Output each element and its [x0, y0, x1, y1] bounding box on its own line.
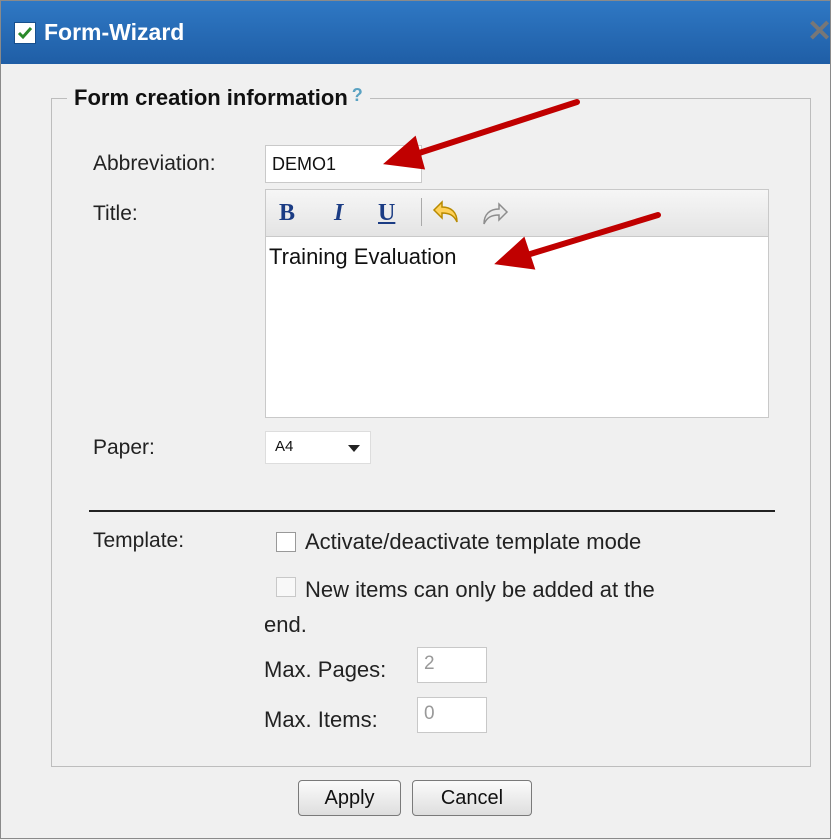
append-only-checkbox[interactable] — [276, 577, 296, 597]
title-editor-text: Training Evaluation — [269, 244, 457, 269]
paper-select-value: A4 — [275, 438, 294, 455]
template-label: Template: — [93, 529, 185, 552]
append-only-label-line1: New items can only be added at the — [305, 577, 655, 602]
bold-button[interactable]: B — [279, 200, 295, 227]
section-divider — [89, 510, 775, 512]
paper-label: Paper: — [93, 436, 155, 459]
cancel-button[interactable]: Cancel — [412, 780, 532, 816]
toolbar-divider — [421, 198, 422, 226]
max-items-label: Max. Items: — [264, 707, 378, 732]
close-icon[interactable]: ✕ — [807, 17, 831, 47]
max-pages-label: Max. Pages: — [264, 657, 387, 682]
title-label: Title: — [93, 202, 138, 225]
redo-icon[interactable] — [478, 200, 510, 230]
max-pages-input[interactable]: 2 — [417, 647, 487, 683]
underline-button[interactable]: U — [378, 200, 395, 227]
help-icon[interactable]: ? — [352, 85, 363, 105]
abbreviation-label: Abbreviation: — [93, 152, 216, 175]
editor-toolbar: B I U — [266, 190, 768, 237]
max-items-input[interactable]: 0 — [417, 697, 487, 733]
title-rich-text-editor[interactable]: B I U Training Evaluation — [265, 189, 769, 418]
form-wizard-dialog: Form-Wizard ✕ Form creation information?… — [0, 0, 831, 839]
dialog-title: Form-Wizard — [44, 19, 185, 45]
italic-button[interactable]: I — [334, 200, 343, 227]
section-legend: Form creation information? — [67, 85, 370, 111]
dropdown-arrow-icon[interactable] — [348, 445, 360, 452]
append-only-label-line2: end. — [264, 612, 307, 637]
paper-select[interactable]: A4 — [265, 431, 371, 464]
template-mode-label: Activate/deactivate template mode — [305, 529, 642, 554]
title-bar[interactable]: Form-Wizard ✕ — [1, 1, 831, 64]
template-mode-checkbox[interactable] — [276, 532, 296, 552]
apply-button[interactable]: Apply — [298, 780, 401, 816]
undo-icon[interactable] — [431, 198, 463, 228]
section-title: Form creation information — [74, 85, 348, 110]
abbreviation-input[interactable] — [265, 145, 422, 183]
checkbox-icon — [14, 22, 36, 44]
